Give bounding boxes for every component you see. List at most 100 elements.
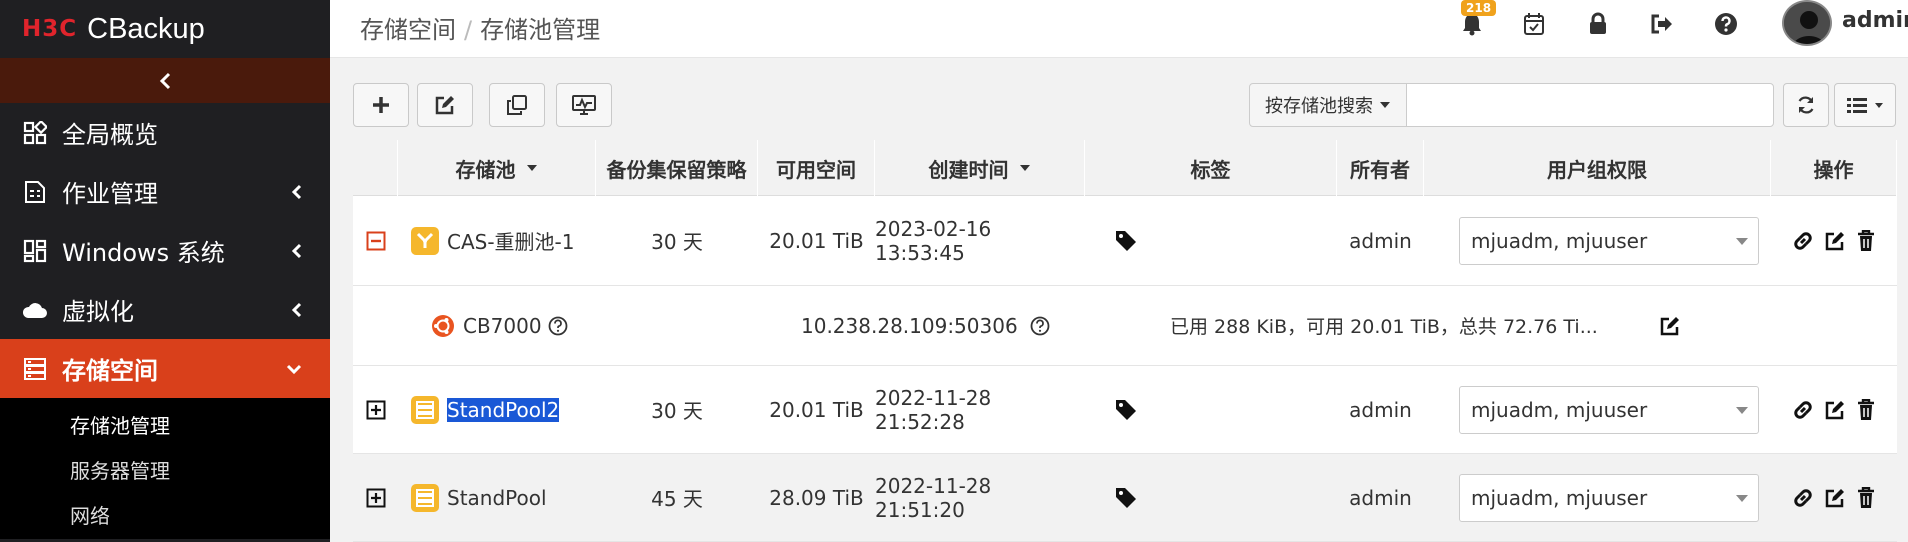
breadcrumb-item[interactable]: 存储空间 xyxy=(360,16,456,44)
column-view-button[interactable] xyxy=(1834,83,1896,127)
caret-down-icon xyxy=(1736,495,1748,502)
edit-button[interactable] xyxy=(417,83,473,127)
monitor-button[interactable] xyxy=(556,83,612,127)
chevron-left-icon xyxy=(159,72,171,89)
table-row: CAS-重删池-1 30 天 20.01 TiB 2023-02-16 13:5… xyxy=(353,196,1897,286)
help-circle-icon[interactable] xyxy=(1030,316,1050,336)
sidebar-subitem-pool-management[interactable]: 存储池管理 xyxy=(0,404,330,449)
sidebar-item-label: 虚拟化 xyxy=(62,298,134,326)
column-header-group-permission: 用户组权限 xyxy=(1424,140,1771,196)
list-icon xyxy=(1847,98,1867,113)
expand-row-toggle[interactable] xyxy=(353,454,398,541)
group-permission-select[interactable]: mjuadm, mjuuser xyxy=(1459,386,1759,434)
server-address-cell: 10.238.28.109:50306 xyxy=(801,286,1061,365)
help-circle-icon[interactable] xyxy=(548,316,568,336)
ubuntu-icon xyxy=(432,314,454,337)
refresh-icon xyxy=(1798,96,1814,114)
tag-icon[interactable] xyxy=(1115,454,1155,541)
pool-name-cell[interactable]: CAS-重删池-1 xyxy=(411,196,601,285)
plus-square-icon xyxy=(366,400,385,419)
refresh-button[interactable] xyxy=(1783,83,1829,127)
edit-icon[interactable] xyxy=(1824,487,1846,509)
column-header-free: 可用空间 xyxy=(758,140,875,196)
pool-name: StandPool2 xyxy=(447,397,560,422)
caret-down-icon xyxy=(1736,407,1748,414)
row-actions xyxy=(1771,366,1897,453)
column-header-label: 创建时间 xyxy=(928,157,1009,182)
column-header-actions: 操作 xyxy=(1771,140,1897,196)
column-header-created[interactable]: 创建时间 xyxy=(875,140,1085,196)
policy-cell: 30 天 xyxy=(651,399,703,423)
usage-cell: 已用 288 KiB，可用 20.01 TiB，总共 72.76 Ti... xyxy=(1170,316,1598,338)
column-header-pool[interactable]: 存储池 xyxy=(398,140,596,196)
storage-submenu: 存储池管理 服务器管理 网络 xyxy=(0,398,330,539)
link-icon[interactable] xyxy=(1792,399,1814,421)
windows-icon xyxy=(22,238,48,264)
chevron-left-icon xyxy=(291,243,302,258)
sidebar-item-overview[interactable]: 全局概览 xyxy=(0,103,330,162)
sidebar-collapse-button[interactable] xyxy=(0,58,330,103)
search-field-label: 按存储池搜索 xyxy=(1265,96,1373,117)
sidebar: H3C CBackup 全局概览 作业管理 Windows 系统 虚拟化 存储空… xyxy=(0,0,330,542)
edit-detail-button[interactable] xyxy=(1659,286,1699,365)
edit-icon[interactable] xyxy=(1824,230,1846,252)
edit-icon xyxy=(1660,316,1679,335)
user-name[interactable]: admin xyxy=(1842,8,1908,33)
link-icon[interactable] xyxy=(1792,487,1814,509)
column-header-tags: 标签 xyxy=(1085,140,1337,196)
created-time-cell: 2023-02-16 13:53:45 xyxy=(875,216,992,265)
trash-icon[interactable] xyxy=(1856,229,1876,252)
pool-name-cell[interactable]: StandPool xyxy=(411,454,601,541)
sidebar-item-jobs[interactable]: 作业管理 xyxy=(0,162,330,221)
copy-button[interactable] xyxy=(489,83,545,127)
brand-logo: H3C xyxy=(22,16,78,42)
edit-icon[interactable] xyxy=(1824,399,1846,421)
help-icon[interactable] xyxy=(1712,10,1740,38)
copy-icon xyxy=(507,95,527,115)
tag-icon[interactable] xyxy=(1115,196,1155,285)
search-field-dropdown[interactable]: 按存储池搜索 xyxy=(1249,83,1407,127)
cloud-icon xyxy=(22,297,48,323)
logout-icon[interactable] xyxy=(1648,10,1676,38)
column-header-policy: 备份集保留策略 xyxy=(596,140,758,196)
job-icon xyxy=(22,179,48,205)
trash-icon[interactable] xyxy=(1856,486,1876,509)
server-address: 10.238.28.109:50306 xyxy=(801,313,1018,338)
sidebar-item-label: Windows 系统 xyxy=(62,239,225,267)
sidebar-item-windows[interactable]: Windows 系统 xyxy=(0,221,330,280)
pool-name-cell[interactable]: StandPool2 xyxy=(411,366,601,453)
group-permission-value: mjuadm, mjuuser xyxy=(1471,486,1648,510)
calendar-check-icon[interactable] xyxy=(1520,10,1548,38)
caret-down-icon xyxy=(1380,102,1390,108)
sidebar-item-storage[interactable]: 存储空间 xyxy=(0,339,330,398)
collapse-row-toggle[interactable] xyxy=(353,196,398,285)
pool-name: CAS-重删池-1 xyxy=(447,230,575,254)
owner-cell: admin xyxy=(1349,397,1412,422)
add-button[interactable] xyxy=(353,83,409,127)
group-permission-select[interactable]: mjuadm, mjuuser xyxy=(1459,474,1759,522)
sidebar-item-virtualization[interactable]: 虚拟化 xyxy=(0,280,330,339)
sort-caret-icon xyxy=(526,165,537,171)
sort-caret-icon xyxy=(1019,165,1030,171)
group-permission-value: mjuadm, mjuuser xyxy=(1471,398,1648,422)
link-icon[interactable] xyxy=(1792,230,1814,252)
lock-icon[interactable] xyxy=(1584,10,1612,38)
trash-icon[interactable] xyxy=(1856,398,1876,421)
column-header-label: 存储池 xyxy=(455,157,516,182)
sidebar-subitem-server-management[interactable]: 服务器管理 xyxy=(0,449,330,494)
policy-cell: 30 天 xyxy=(651,230,703,254)
expand-row-toggle[interactable] xyxy=(353,366,398,453)
avatar[interactable] xyxy=(1782,0,1832,46)
sidebar-subitem-network[interactable]: 网络 xyxy=(0,494,330,539)
dashboard-icon xyxy=(22,120,48,146)
pool-name: StandPool xyxy=(447,485,547,510)
created-time-cell: 2022-11-28 21:51:20 xyxy=(875,473,992,522)
caret-down-icon xyxy=(1736,238,1748,245)
sidebar-item-label: 全局概览 xyxy=(62,121,158,149)
tag-icon[interactable] xyxy=(1115,366,1155,453)
free-space-cell: 20.01 TiB xyxy=(769,228,864,253)
plus-icon xyxy=(373,97,389,113)
search-input[interactable] xyxy=(1406,83,1774,127)
server-cell: CB7000 xyxy=(431,286,611,365)
group-permission-select[interactable]: mjuadm, mjuuser xyxy=(1459,217,1759,265)
